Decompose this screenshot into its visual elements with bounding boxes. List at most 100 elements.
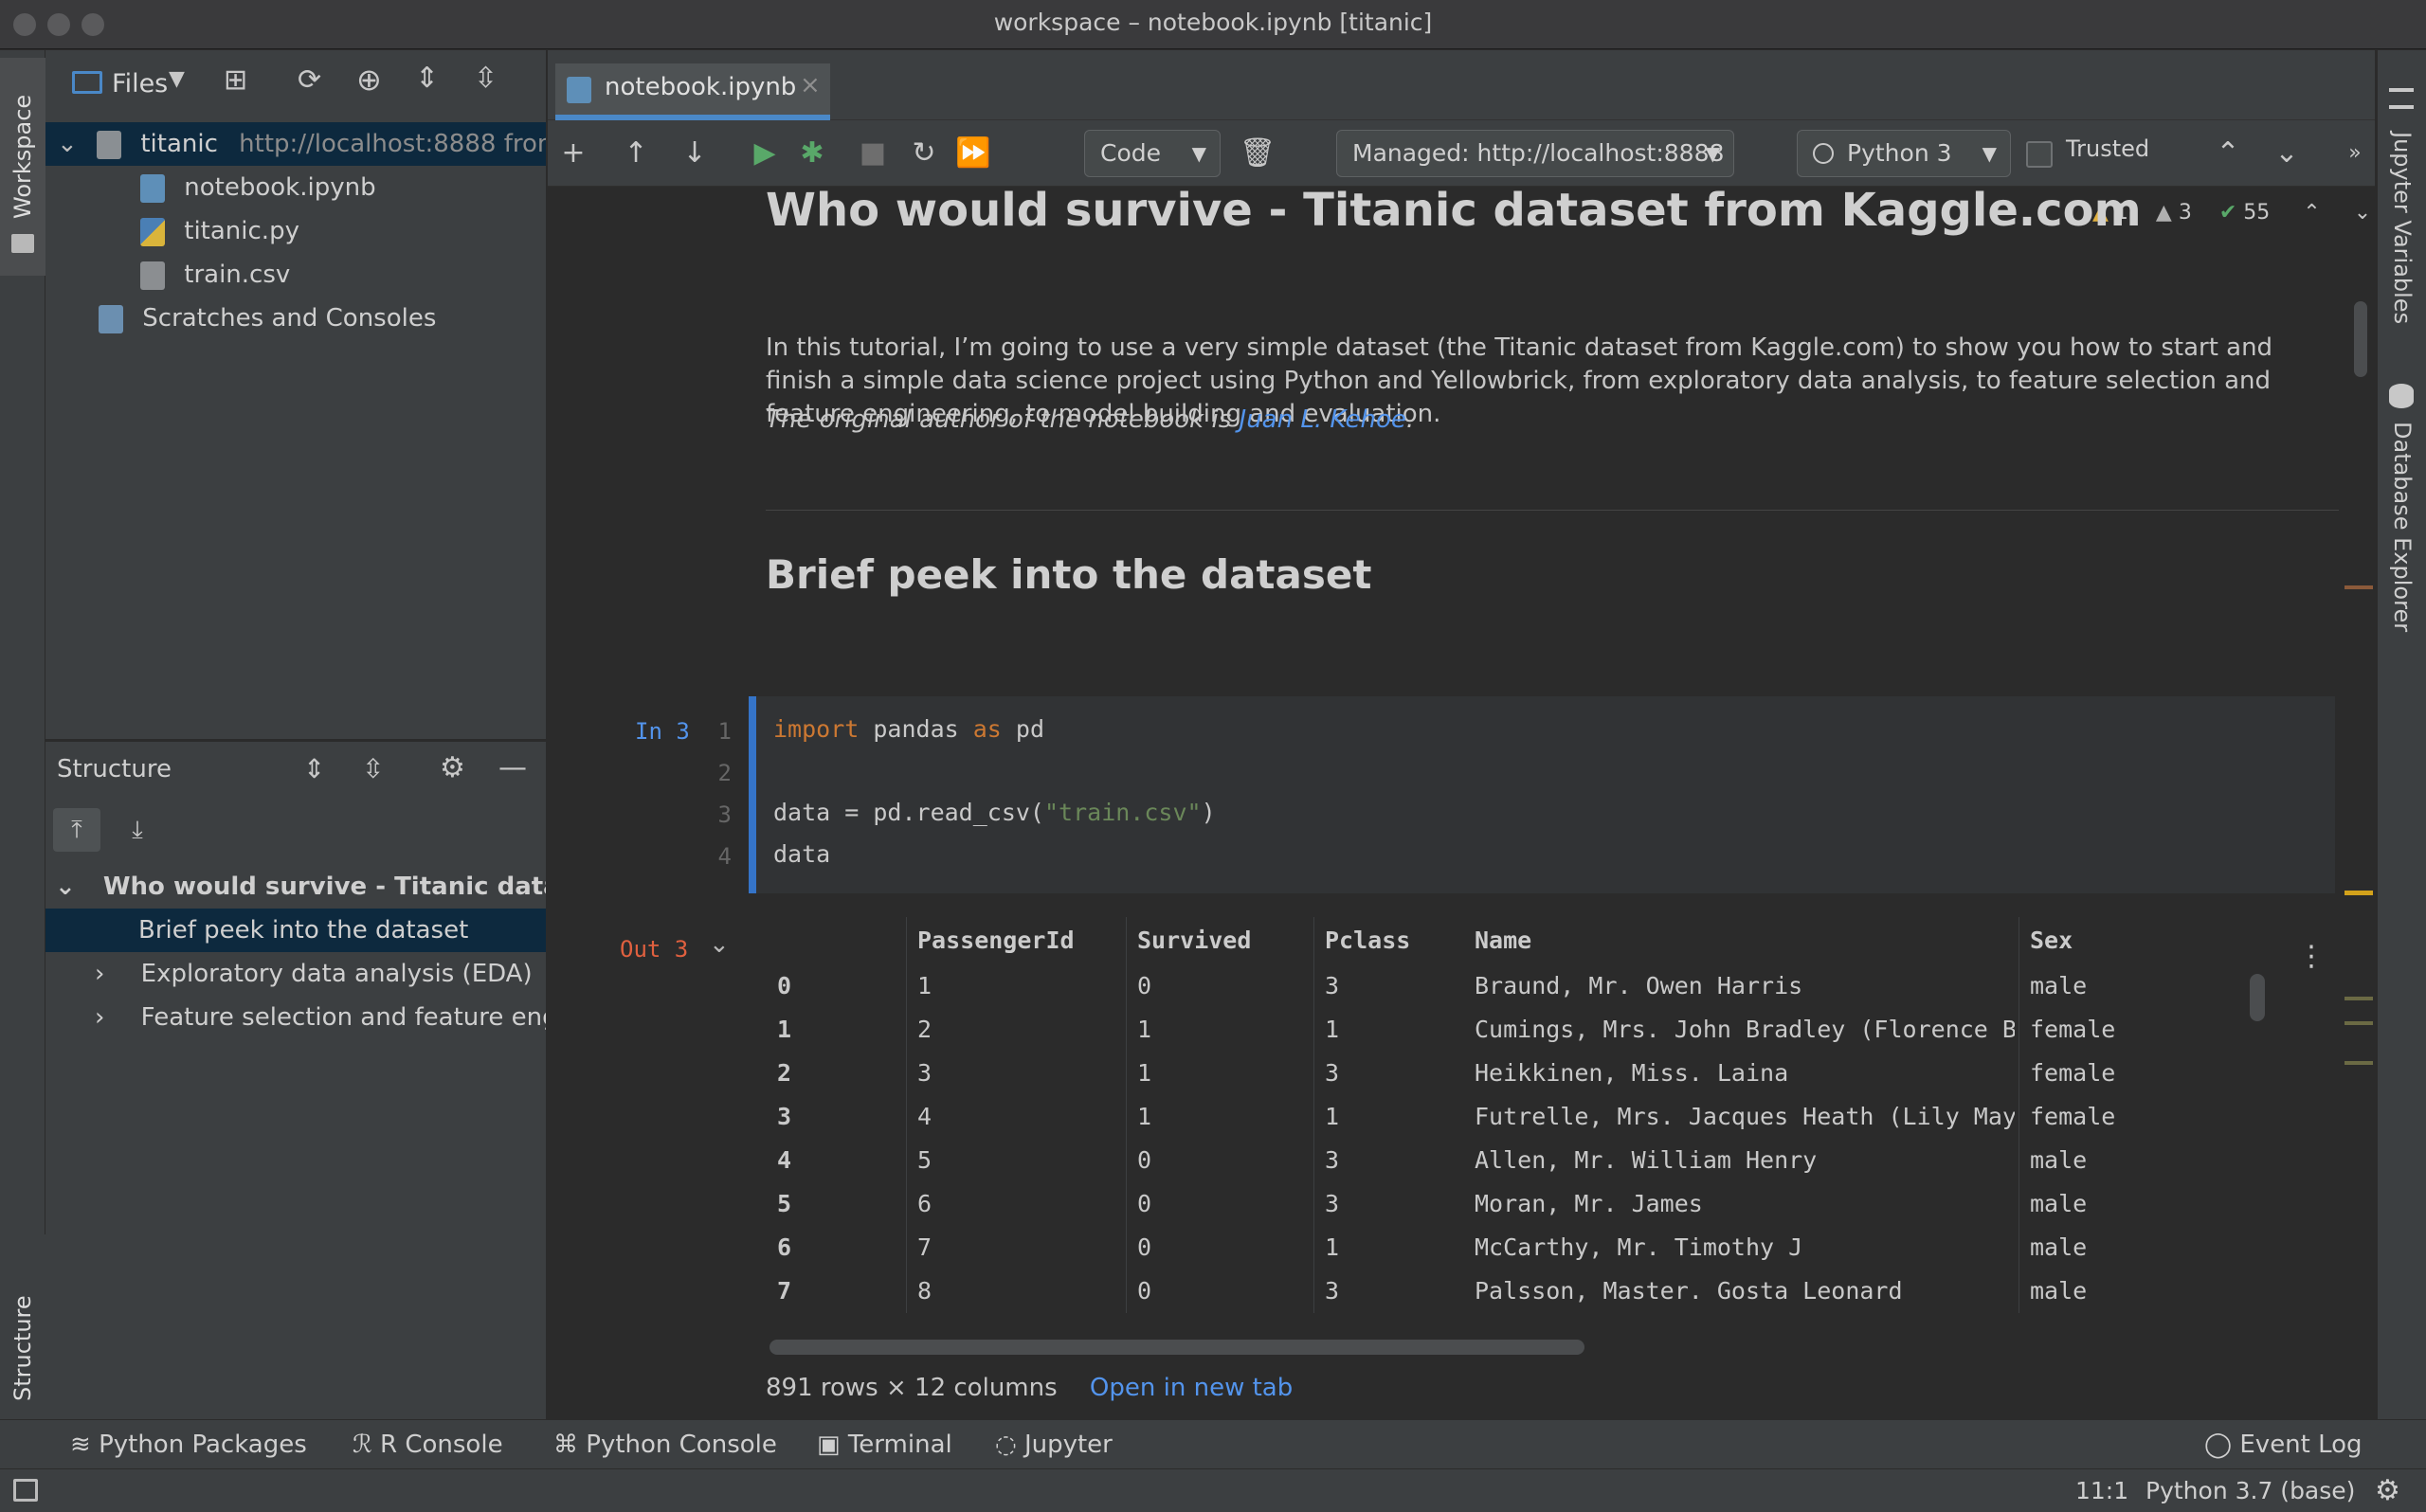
- workspace-tool-tab[interactable]: Workspace: [0, 58, 45, 276]
- dataframe-table: PassengerId Survived Pclass Name Sex 0 1 0…: [766, 917, 2244, 1313]
- previous-cell-button[interactable]: ⌃: [2206, 120, 2250, 187]
- cell-type-select[interactable]: Code ▼: [1084, 130, 1221, 177]
- stop-button[interactable]: ■: [851, 120, 895, 187]
- author-prefix: The original author of the notebook is: [766, 405, 1240, 434]
- column-header[interactable]: Survived: [1137, 917, 1251, 964]
- editor-scrollbar[interactable]: [2354, 301, 2367, 377]
- row-index: 1: [777, 1016, 792, 1043]
- collapse-output-icon[interactable]: ⌄: [709, 930, 730, 959]
- column-header[interactable]: PassengerId: [917, 917, 1075, 964]
- jupyter-tool[interactable]: ◌ Jupyter: [995, 1420, 1113, 1469]
- run-all-button[interactable]: ⏩: [951, 120, 995, 187]
- sync-icon[interactable]: ⟳: [298, 63, 321, 97]
- server-select[interactable]: Managed: http://localhost:8888 ▼: [1336, 130, 1734, 177]
- interpreter-status[interactable]: Python 3.7 (base): [2145, 1469, 2355, 1512]
- chevron-down-icon: ▼: [1982, 142, 1997, 165]
- table-cell: Allen, Mr. William Henry: [1475, 1146, 1818, 1174]
- next-cell-button[interactable]: ⌄: [2265, 120, 2308, 187]
- row-index: 3: [777, 1103, 792, 1130]
- folder-icon: [11, 234, 34, 253]
- table-options-icon[interactable]: ⋮: [2297, 940, 2326, 973]
- trusted-checkbox[interactable]: [2026, 141, 2053, 168]
- structure-tool-tab[interactable]: Structure: [0, 1234, 45, 1419]
- structure-root[interactable]: ⌄ Who would survive - Titanic dataset: [45, 865, 546, 909]
- add-cell-button[interactable]: +: [552, 120, 595, 187]
- tool-label: Python Console: [586, 1431, 777, 1459]
- close-icon[interactable]: ×: [800, 71, 821, 99]
- tree-file-notebook[interactable]: notebook.ipynb: [45, 166, 546, 209]
- terminal-tool[interactable]: ▣ Terminal: [817, 1420, 952, 1469]
- terminal-icon: ▣: [817, 1431, 848, 1459]
- chevron-down-icon[interactable]: ⌄: [2354, 201, 2371, 225]
- open-in-new-tab-link[interactable]: Open in new tab: [1090, 1374, 1293, 1402]
- table-cell: 1: [1325, 1103, 1340, 1130]
- collapse-all-icon[interactable]: ⇳: [362, 753, 384, 784]
- chevron-down-icon: ⌄: [55, 873, 76, 901]
- vertical-scrollbar[interactable]: [2250, 974, 2265, 1021]
- table-cell: 3: [1325, 972, 1340, 999]
- column-header[interactable]: Sex: [2030, 917, 2073, 964]
- new-folder-icon[interactable]: ⊞: [224, 63, 247, 97]
- move-down-button[interactable]: ↓: [673, 120, 716, 187]
- tree-scratches-label: Scratches and Consoles: [142, 304, 437, 333]
- left-tool-strip: Workspace Structure: [0, 50, 45, 1419]
- gear-icon[interactable]: ⚙: [440, 751, 465, 784]
- right-tool-strip: Jupyter Variables Database Explorer: [2377, 50, 2426, 1419]
- structure-root-label: Who would survive - Titanic dataset: [102, 873, 546, 901]
- toggle-tool-windows-icon[interactable]: [13, 1479, 38, 1502]
- hide-panel-icon[interactable]: —: [498, 751, 527, 784]
- author-link[interactable]: Juan L. Kehoe: [1240, 405, 1406, 434]
- expand-all-icon[interactable]: ⇕: [303, 753, 325, 784]
- jupyter-variables-tab[interactable]: Jupyter Variables: [2389, 132, 2416, 324]
- run-cell-button[interactable]: ▶: [743, 120, 787, 187]
- table-cell: 8: [917, 1277, 932, 1305]
- chevron-down-icon: ⌄: [57, 130, 78, 158]
- navigate-down-icon[interactable]: ⤓: [114, 808, 161, 852]
- tab-notebook[interactable]: notebook.ipynb ×: [555, 63, 830, 120]
- r-console-tool[interactable]: ℛ R Console: [353, 1420, 503, 1469]
- python-packages-tool[interactable]: ≋ Python Packages: [70, 1420, 307, 1469]
- horizontal-scrollbar[interactable]: [769, 1340, 1584, 1355]
- event-log-tool[interactable]: ◯ Event Log: [2204, 1420, 2363, 1469]
- locate-icon[interactable]: ⊕: [356, 62, 382, 98]
- table-cell: male: [2030, 1277, 2088, 1305]
- table-cell: 1: [1325, 1016, 1340, 1043]
- caret-position[interactable]: 11:1: [2075, 1469, 2128, 1512]
- collapse-all-icon[interactable]: ⇳: [474, 62, 498, 95]
- tree-file-label: train.csv: [184, 261, 291, 289]
- tree-file-csv[interactable]: train.csv: [45, 253, 546, 297]
- gutter-marker: [2345, 1021, 2373, 1025]
- database-explorer-tab[interactable]: Database Explorer: [2389, 422, 2416, 632]
- tree-root-titanic[interactable]: ⌄ titanic http://localhost:8888 from: [45, 122, 546, 166]
- project-panel: Files ▼ ⊞ ⟳ ⊕ ⇕ ⇳ ⌄ titanic http://local…: [45, 50, 546, 739]
- kernel-select[interactable]: Python 3 ▼: [1797, 130, 2011, 177]
- more-actions-icon[interactable]: »: [2333, 120, 2377, 187]
- python-console-tool[interactable]: ⌘ Python Console: [553, 1420, 777, 1469]
- tree-file-label: notebook.ipynb: [184, 173, 376, 202]
- table-cell: 3: [1325, 1277, 1340, 1305]
- column-header[interactable]: Pclass: [1325, 917, 1410, 964]
- weak-warning-count: 3: [2178, 201, 2192, 225]
- line-number: 1: [717, 718, 732, 745]
- chevron-down-icon[interactable]: ▼: [169, 67, 185, 91]
- tree-scratches[interactable]: Scratches and Consoles: [45, 297, 546, 340]
- chevron-right-icon: ›: [95, 960, 105, 988]
- tree-file-python[interactable]: titanic.py: [45, 209, 546, 253]
- files-view-selector[interactable]: Files: [112, 69, 168, 99]
- structure-item-feature-selection[interactable]: › Feature selection and feature engir: [45, 996, 546, 1039]
- scratches-icon: [99, 304, 123, 333]
- code-cell[interactable]: import pandas as pd data = pd.read_csv("…: [749, 696, 2335, 893]
- restart-kernel-button[interactable]: ↻: [902, 120, 946, 187]
- structure-item-brief-peek[interactable]: Brief peek into the dataset: [45, 909, 546, 952]
- debug-cell-button[interactable]: ✱: [790, 120, 834, 187]
- delete-cell-button[interactable]: 🗑: [1236, 120, 1279, 187]
- row-index: 7: [777, 1277, 792, 1305]
- ok-count: 55: [2243, 201, 2271, 225]
- column-header[interactable]: Name: [1475, 917, 1531, 964]
- navigate-up-icon[interactable]: ⤒: [53, 808, 100, 852]
- move-up-button[interactable]: ↑: [614, 120, 658, 187]
- structure-item-eda[interactable]: › Exploratory data analysis (EDA): [45, 952, 546, 996]
- expand-all-icon[interactable]: ⇕: [415, 62, 439, 95]
- chevron-up-icon[interactable]: ⌃: [2303, 201, 2320, 225]
- gear-icon[interactable]: ⚙: [2375, 1469, 2400, 1512]
